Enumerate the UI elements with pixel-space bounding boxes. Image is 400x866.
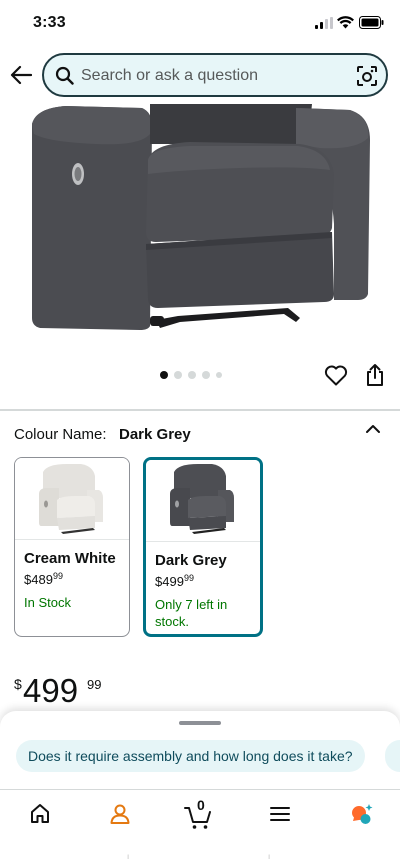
camera-icon[interactable] xyxy=(356,65,378,87)
variant-price: $49999 xyxy=(155,573,194,589)
tab-home[interactable] xyxy=(20,800,60,830)
status-time: 3:33 xyxy=(33,14,66,31)
tab-cart[interactable]: 0 xyxy=(180,797,220,830)
heart-icon[interactable] xyxy=(324,364,348,386)
price-whole: 499 xyxy=(23,672,79,709)
suggested-question-chip[interactable] xyxy=(385,740,400,772)
price-fraction: 99 xyxy=(183,573,194,583)
search-icon xyxy=(55,66,74,85)
search-row: Search or ask a question xyxy=(0,46,400,106)
chevron-up-icon[interactable] xyxy=(364,422,382,436)
variant-name: Cream White xyxy=(24,550,116,567)
variant-price: $48999 xyxy=(24,571,63,587)
back-arrow-icon[interactable] xyxy=(10,65,32,85)
recliner-image xyxy=(32,104,370,330)
drag-handle[interactable] xyxy=(179,721,221,725)
carousel-dot[interactable] xyxy=(174,371,182,379)
variant-card-cream-white[interactable]: Cream White $48999 In Stock xyxy=(14,457,130,637)
variant-stock-status: Only 7 left in stock. xyxy=(155,597,228,629)
menu-icon xyxy=(270,807,290,821)
status-bar: 3:33 xyxy=(0,0,400,46)
variant-thumbnail xyxy=(146,460,260,542)
colour-value: Dark Grey xyxy=(119,426,191,443)
search-input[interactable]: Search or ask a question xyxy=(42,53,388,97)
battery-icon xyxy=(359,16,384,29)
variant-name: Dark Grey xyxy=(155,552,227,569)
carousel-dot[interactable] xyxy=(216,372,222,378)
carousel-dot[interactable] xyxy=(160,371,168,379)
variant-thumbnail xyxy=(15,458,129,540)
price-fraction: 99 xyxy=(52,571,63,581)
carousel-dots[interactable] xyxy=(160,370,222,380)
rufus-icon xyxy=(352,804,373,824)
carousel-dot[interactable] xyxy=(202,371,210,379)
price-whole: 489 xyxy=(31,572,53,587)
tab-account[interactable] xyxy=(100,800,140,830)
variant-card-dark-grey[interactable]: Dark Grey $49999 Only 7 left in stock. xyxy=(143,457,263,637)
colour-label: Colour Name: xyxy=(14,426,107,443)
footer-mark: ı xyxy=(268,852,271,861)
tab-rufus[interactable] xyxy=(340,800,380,830)
suggested-question-chip[interactable]: Does it require assembly and how long do… xyxy=(16,740,365,772)
account-icon xyxy=(110,804,130,824)
carousel-dot[interactable] xyxy=(188,371,196,379)
signal-icon xyxy=(315,17,333,29)
cart-count: 0 xyxy=(197,797,205,813)
price-fraction: 99 xyxy=(87,677,102,692)
variant-stock-status: In Stock xyxy=(24,595,71,610)
search-placeholder: Search or ask a question xyxy=(81,67,258,84)
share-icon[interactable] xyxy=(364,363,386,387)
tab-bar: 0 ı ı xyxy=(0,789,400,866)
tab-menu[interactable] xyxy=(260,800,300,830)
section-divider xyxy=(0,409,400,411)
wifi-icon xyxy=(337,16,354,29)
product-image[interactable] xyxy=(0,104,400,354)
footer-mark: ı xyxy=(127,852,130,861)
home-icon xyxy=(31,804,49,823)
price-currency: $ xyxy=(14,676,22,692)
price-whole: 499 xyxy=(162,574,184,589)
ask-rufus-sheet: Does it require assembly and how long do… xyxy=(0,711,400,791)
